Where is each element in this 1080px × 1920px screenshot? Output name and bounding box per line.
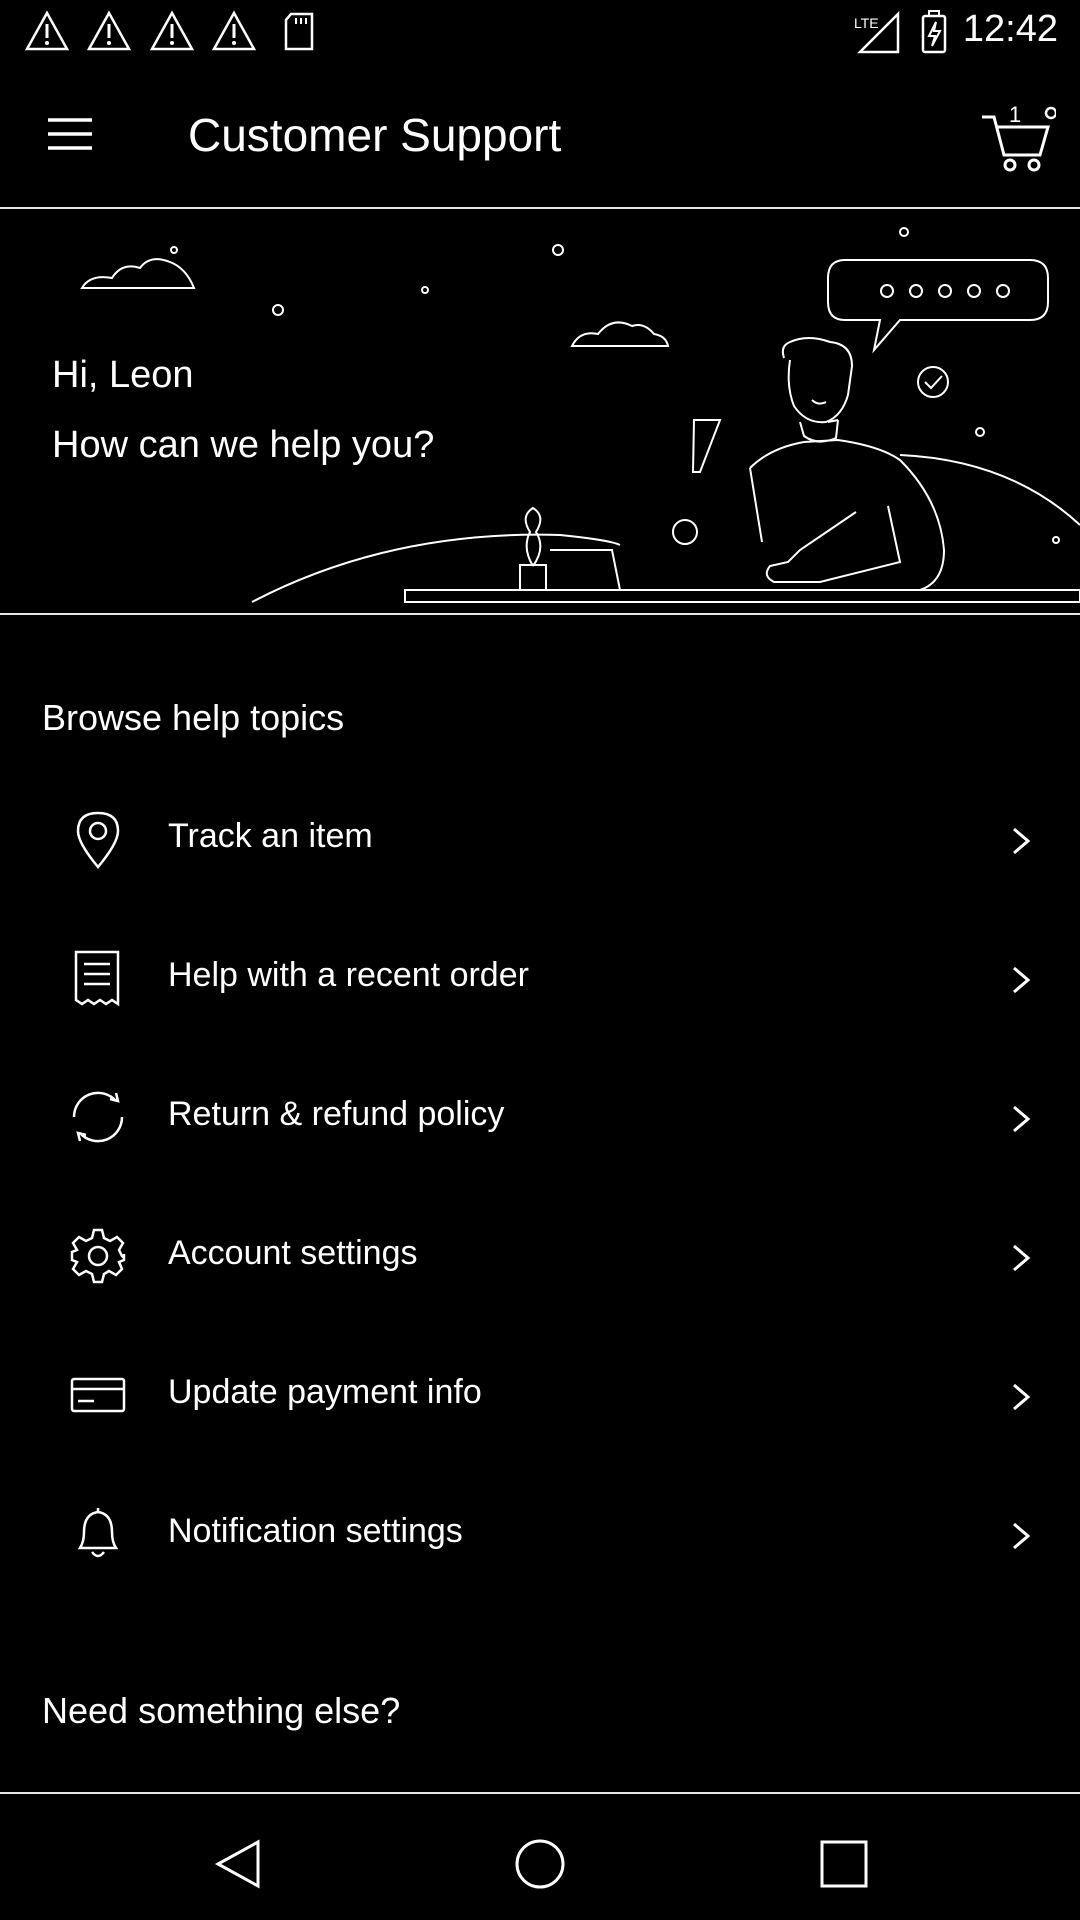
page-title: Customer Support xyxy=(188,109,562,161)
greeting-subtitle: How can we help you? xyxy=(52,424,435,466)
svg-text:LTE: LTE xyxy=(854,15,879,31)
chevron-right-icon xyxy=(1013,966,1031,994)
chevron-right-icon xyxy=(1013,1244,1031,1272)
topic-payment-info[interactable]: Update payment info xyxy=(0,1327,1080,1466)
warning-icon xyxy=(149,10,195,51)
system-nav-bar xyxy=(0,1792,1080,1920)
topic-track-item[interactable]: Track an item xyxy=(0,771,1080,910)
greeting-text: Hi, Leon xyxy=(52,354,194,396)
topic-label: Update payment info xyxy=(168,1373,482,1411)
warning-icon xyxy=(86,10,132,51)
topic-label: Return & refund policy xyxy=(168,1095,505,1133)
hero-banner: Hi, Leon How can we help you? xyxy=(0,210,1080,615)
topic-account-settings[interactable]: Account settings xyxy=(0,1188,1080,1327)
credit-card-icon xyxy=(70,1377,126,1413)
bell-icon xyxy=(77,1508,119,1558)
chevron-right-icon xyxy=(1013,1522,1031,1550)
topic-label: Track an item xyxy=(168,817,373,855)
refresh-icon xyxy=(72,1091,124,1143)
support-agent-illustration xyxy=(80,227,1080,603)
warning-icon xyxy=(24,10,70,51)
topic-notification-settings[interactable]: Notification settings xyxy=(0,1466,1080,1605)
topic-label: Notification settings xyxy=(168,1512,463,1550)
section-title-browse: Browse help topics xyxy=(42,697,345,738)
gear-icon xyxy=(70,1228,126,1284)
status-bar: LTE 12:42 xyxy=(0,0,1080,64)
home-icon[interactable] xyxy=(510,1834,570,1894)
section-title-need-else: Need something else? xyxy=(42,1690,401,1731)
chevron-right-icon xyxy=(1013,1105,1031,1133)
chevron-right-icon xyxy=(1013,827,1031,855)
warning-icon xyxy=(211,10,257,51)
app-header: Customer Support 1 xyxy=(0,64,1080,209)
chevron-right-icon xyxy=(1013,1383,1031,1411)
hamburger-menu-icon[interactable] xyxy=(40,104,100,164)
topic-return-refund[interactable]: Return & refund policy xyxy=(0,1049,1080,1188)
lte-signal-icon: LTE xyxy=(854,10,900,54)
topic-label: Account settings xyxy=(168,1234,418,1272)
sd-card-icon xyxy=(284,12,314,51)
location-pin-icon xyxy=(76,811,120,869)
topic-recent-order[interactable]: Help with a recent order xyxy=(0,910,1080,1049)
receipt-icon xyxy=(74,950,120,1007)
status-time: 12:42 xyxy=(962,8,1058,50)
topic-label: Help with a recent order xyxy=(168,956,529,994)
back-icon[interactable] xyxy=(208,1834,268,1894)
cart-count-badge: 1 xyxy=(1009,102,1022,127)
battery-charging-icon xyxy=(921,10,947,54)
recents-icon[interactable] xyxy=(814,1834,874,1894)
